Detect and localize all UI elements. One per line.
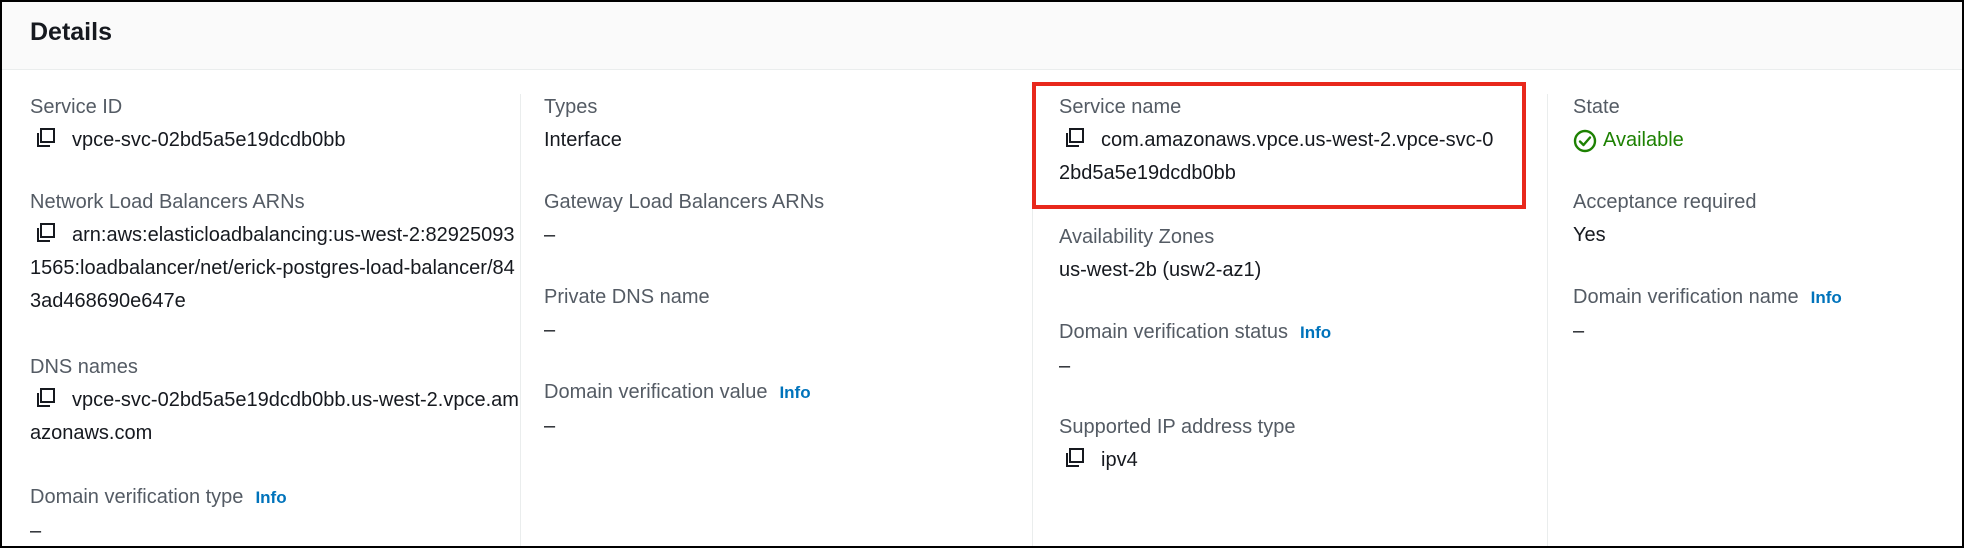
- copy-icon[interactable]: [34, 222, 56, 244]
- nlb-arn-value: arn:aws:elasticloadbalancing:us-west-2:8…: [30, 224, 515, 312]
- field-value: Interface: [544, 129, 622, 151]
- field-value: –: [1059, 355, 1071, 377]
- field-label: DNS names: [30, 356, 138, 378]
- field-label: Gateway Load Balancers ARNs: [544, 191, 825, 213]
- field-label-text: Domain verification type: [30, 486, 244, 508]
- field-value: ipv4: [1059, 444, 1529, 477]
- field-dns-names: DNS names vpce-svc-02bd5a5e19dcdb0bb.us-…: [30, 354, 520, 450]
- field-label: Acceptance required: [1573, 191, 1757, 213]
- field-value: us-west-2b (usw2-az1): [1059, 259, 1262, 281]
- column-divider: [520, 94, 521, 546]
- field-label-text: Domain verification name: [1573, 286, 1799, 308]
- check-circle-icon: [1573, 129, 1597, 152]
- status-badge: Available: [1573, 124, 1684, 157]
- field-label-text: Domain verification value: [544, 381, 768, 403]
- field-domain-verification-type: Domain verification type Info –: [30, 484, 520, 548]
- highlight-box: [1032, 82, 1526, 209]
- field-label: Domain verification type Info: [30, 484, 520, 511]
- field-service-id: Service ID vpce-svc-02bd5a5e19dcdb0bb: [30, 94, 520, 157]
- field-value: –: [544, 319, 556, 341]
- field-value: vpce-svc-02bd5a5e19dcdb0bb.us-west-2.vpc…: [30, 384, 520, 450]
- service-id-value: vpce-svc-02bd5a5e19dcdb0bb: [72, 129, 346, 151]
- info-link[interactable]: Info: [779, 383, 810, 402]
- dns-name-value: vpce-svc-02bd5a5e19dcdb0bb.us-west-2.vpc…: [30, 389, 519, 444]
- field-value: Yes: [1573, 224, 1606, 246]
- field-value: –: [544, 224, 556, 246]
- field-value: –: [30, 520, 42, 542]
- column-2: Types Interface Gateway Load Balancers A…: [544, 94, 1014, 546]
- details-panel: Details Service ID vpce-svc-02bd5a5e19dc…: [0, 0, 1964, 548]
- details-columns: Service ID vpce-svc-02bd5a5e19dcdb0bb Ne…: [2, 74, 1962, 546]
- field-label: Availability Zones: [1059, 226, 1215, 248]
- field-types: Types Interface: [544, 94, 1014, 157]
- panel-header: Details: [2, 2, 1962, 70]
- info-link[interactable]: Info: [1300, 323, 1331, 342]
- status-text: Available: [1603, 129, 1684, 151]
- field-label: Private DNS name: [544, 286, 710, 308]
- field-value: arn:aws:elasticloadbalancing:us-west-2:8…: [30, 219, 520, 318]
- field-acceptance-required: Acceptance required Yes: [1573, 189, 1943, 252]
- copy-icon[interactable]: [34, 127, 56, 149]
- field-label: Supported IP address type: [1059, 416, 1296, 438]
- panel-title: Details: [30, 18, 112, 46]
- field-private-dns-name: Private DNS name –: [544, 284, 1014, 347]
- info-link[interactable]: Info: [1811, 288, 1842, 307]
- field-label: Network Load Balancers ARNs: [30, 191, 305, 213]
- field-domain-verification-value: Domain verification value Info –: [544, 379, 1014, 443]
- field-nlb-arns: Network Load Balancers ARNs arn:aws:elas…: [30, 189, 520, 318]
- copy-icon[interactable]: [1063, 447, 1085, 469]
- field-value: –: [1573, 320, 1585, 342]
- field-state: State Available: [1573, 94, 1943, 164]
- field-supported-ip-address-type: Supported IP address type ipv4: [1059, 414, 1529, 477]
- field-label-text: Domain verification status: [1059, 321, 1288, 343]
- column-1: Service ID vpce-svc-02bd5a5e19dcdb0bb Ne…: [30, 94, 520, 546]
- column-divider: [1547, 94, 1548, 546]
- field-label: State: [1573, 96, 1620, 118]
- field-label: Domain verification status Info: [1059, 319, 1529, 346]
- field-label: Service ID: [30, 96, 123, 118]
- field-availability-zones: Availability Zones us-west-2b (usw2-az1): [1059, 224, 1529, 287]
- info-link[interactable]: Info: [255, 488, 286, 507]
- field-label: Domain verification name Info: [1573, 284, 1943, 311]
- field-domain-verification-name: Domain verification name Info –: [1573, 284, 1943, 348]
- field-value: –: [544, 415, 556, 437]
- column-4: State Available Acceptance required Yes: [1573, 94, 1943, 546]
- field-label: Domain verification value Info: [544, 379, 1014, 406]
- copy-icon[interactable]: [34, 387, 56, 409]
- ip-type-value: ipv4: [1101, 449, 1138, 471]
- field-domain-verification-status: Domain verification status Info –: [1059, 319, 1529, 383]
- field-value: vpce-svc-02bd5a5e19dcdb0bb: [30, 124, 520, 157]
- field-label: Types: [544, 96, 598, 118]
- field-value: Available: [1573, 124, 1943, 164]
- field-glb-arns: Gateway Load Balancers ARNs –: [544, 189, 1014, 252]
